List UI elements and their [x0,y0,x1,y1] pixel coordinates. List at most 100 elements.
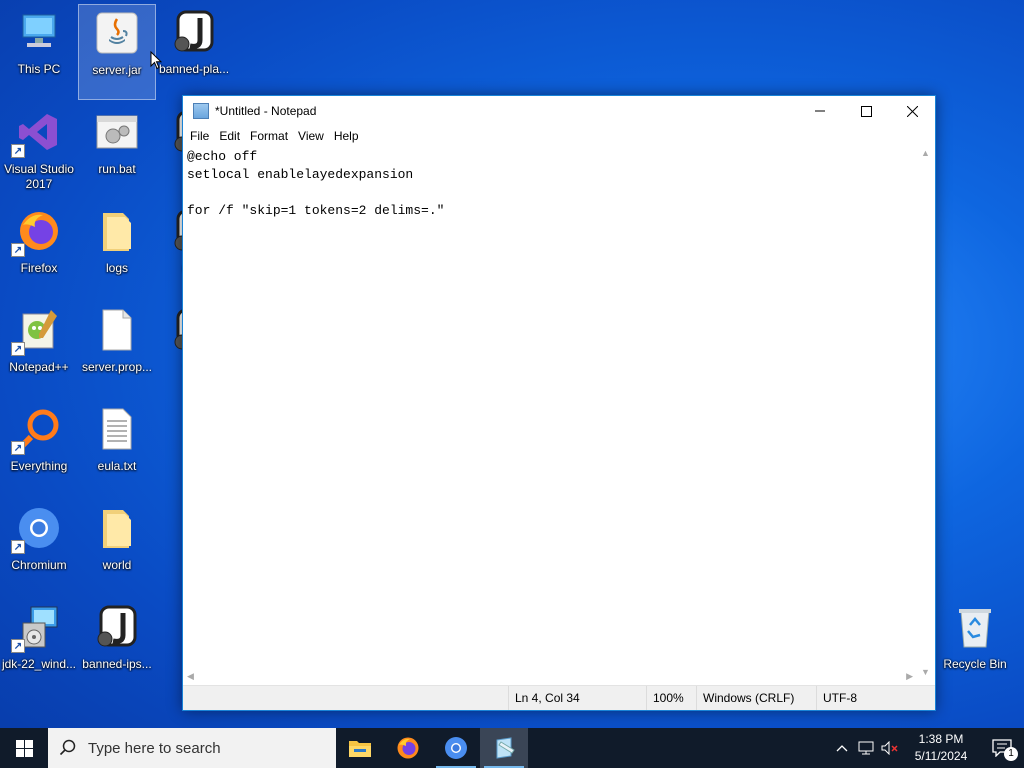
desktop-icon-visual-studio[interactable]: ↗ Visual Studio 2017 [0,104,78,200]
desktop-icon-label: Notepad++ [9,360,69,374]
taskbar-search-box[interactable]: Type here to search [48,728,336,768]
taskbar-chromium[interactable] [432,728,480,768]
desktop-icon-notepad-plus-plus[interactable]: ↗ Notepad++ [0,302,78,398]
clock-date: 5/11/2024 [914,749,968,763]
desktop-icon-world[interactable]: world [78,500,156,596]
desktop-icon-server-properties[interactable]: server.prop... [78,302,156,398]
menu-view[interactable]: View [293,129,329,143]
desktop-icon-run-bat[interactable]: run.bat [78,104,156,200]
chromium-icon [445,737,467,759]
this-pc-icon [15,8,63,56]
menu-help[interactable]: Help [329,129,364,143]
desktop-icon-label: Chromium [11,558,67,572]
taskbar: Type here to search 1:38 PM 5/11/2024 1 [0,728,1024,768]
notepad-app-icon [193,103,209,119]
everything-icon: ↗ [11,405,63,455]
maximize-button[interactable] [843,96,889,126]
desktop-icon-label: logs [105,261,128,275]
window-title: *Untitled - Notepad [215,104,317,118]
taskbar-notepad[interactable] [480,728,528,768]
scroll-down-arrow-icon[interactable]: ▼ [921,667,930,677]
batch-file-icon [93,108,141,156]
file-explorer-icon [349,741,371,757]
title-bar[interactable]: *Untitled - Notepad [183,96,935,126]
status-line-ending: Windows (CRLF) [696,686,816,710]
start-button[interactable] [0,728,48,768]
notepad-window[interactable]: *Untitled - Notepad File Edit Format Vie… [182,95,936,711]
search-placeholder: Type here to search [88,739,221,757]
notepad-plus-plus-icon: ↗ [11,306,63,356]
menu-bar: File Edit Format View Help [183,126,935,146]
folder-icon [93,504,141,552]
firefox-icon: ↗ [11,207,63,257]
taskbar-file-explorer[interactable] [336,728,384,768]
desktop-icon-eula-txt[interactable]: eula.txt [78,401,156,497]
json-file-icon [93,603,141,651]
windows-logo-icon [15,739,33,757]
folder-icon [93,207,141,255]
text-editor-area[interactable]: @echo off setlocal enablelayedexpansion … [183,146,919,679]
scroll-right-arrow-icon[interactable]: ▶ [906,671,913,682]
desktop-icon-jdk-installer[interactable]: ↗ jdk-22_wind... [0,599,78,695]
network-icon[interactable] [854,741,878,755]
desktop-icon-banned-ips[interactable]: banned-ips... [78,599,156,695]
notification-count-badge: 1 [1004,747,1018,761]
desktop-icon-firefox[interactable]: ↗ Firefox [0,203,78,299]
text-file-icon [93,405,141,453]
desktop-icon-label: Firefox [20,261,58,275]
chevron-up-icon[interactable] [830,744,854,752]
shortcut-arrow-icon: ↗ [11,144,25,158]
desktop-icon-banned-players[interactable]: banned-pla... [155,4,233,100]
menu-file[interactable]: File [185,129,214,143]
taskbar-firefox[interactable] [384,728,432,768]
desktop-icon-label: server.jar [92,63,142,77]
search-icon [48,739,88,757]
shortcut-arrow-icon: ↗ [11,540,25,554]
desktop-icon-label: Visual Studio 2017 [4,162,74,191]
status-encoding: UTF-8 [816,686,936,710]
desktop-icon-label: jdk-22_wind... [1,657,77,671]
java-icon [93,9,141,57]
desktop-icon-recycle-bin[interactable]: Recycle Bin [936,599,1014,695]
desktop-icon-label: eula.txt [97,459,137,473]
menu-format[interactable]: Format [245,129,293,143]
minimize-button[interactable] [797,96,843,126]
desktop-icon-label: Everything [10,459,68,473]
desktop-icon-label: banned-ips... [82,657,152,671]
taskbar-clock[interactable]: 1:38 PM 5/11/2024 [902,731,980,765]
status-cursor-position: Ln 4, Col 34 [508,686,654,710]
scroll-left-arrow-icon[interactable]: ◀ [187,671,194,682]
installer-icon: ↗ [11,603,63,653]
desktop-icon-label: Recycle Bin [943,657,1007,671]
recycle-bin-icon [951,603,999,651]
shortcut-arrow-icon: ↗ [11,441,25,455]
file-icon [93,306,141,354]
shortcut-arrow-icon: ↗ [11,342,25,356]
horizontal-scrollbar[interactable]: ◀ ▶ [183,669,919,686]
clock-time: 1:38 PM [918,732,964,746]
desktop-icon-label: banned-pla... [158,62,230,76]
chromium-icon: ↗ [11,504,63,554]
notepad-icon [496,737,515,759]
shortcut-arrow-icon: ↗ [11,243,25,257]
mouse-cursor-icon [150,51,162,70]
menu-edit[interactable]: Edit [214,129,245,143]
shortcut-arrow-icon: ↗ [11,639,25,653]
desktop-icon-chromium[interactable]: ↗ Chromium [0,500,78,596]
volume-muted-icon[interactable] [878,741,902,755]
scroll-up-arrow-icon[interactable]: ▲ [921,148,930,158]
desktop-icon-label: server.prop... [81,360,153,374]
status-bar: Ln 4, Col 34 100% Windows (CRLF) UTF-8 [183,685,935,710]
desktop-icon-logs[interactable]: logs [78,203,156,299]
desktop-icon-server-jar[interactable]: server.jar [78,4,156,100]
desktop-icon-this-pc[interactable]: This PC [0,4,78,100]
close-button[interactable] [889,96,935,126]
notification-center-button[interactable]: 1 [980,739,1024,761]
desktop-icon-label: world [102,558,132,572]
desktop-icon-label: run.bat [98,162,136,176]
visual-studio-icon: ↗ [11,108,63,158]
desktop-icon-label: This PC [17,62,61,76]
firefox-icon [397,737,419,759]
desktop-icon-everything[interactable]: ↗ Everything [0,401,78,497]
vertical-scrollbar[interactable]: ▲ ▼ [918,146,935,679]
